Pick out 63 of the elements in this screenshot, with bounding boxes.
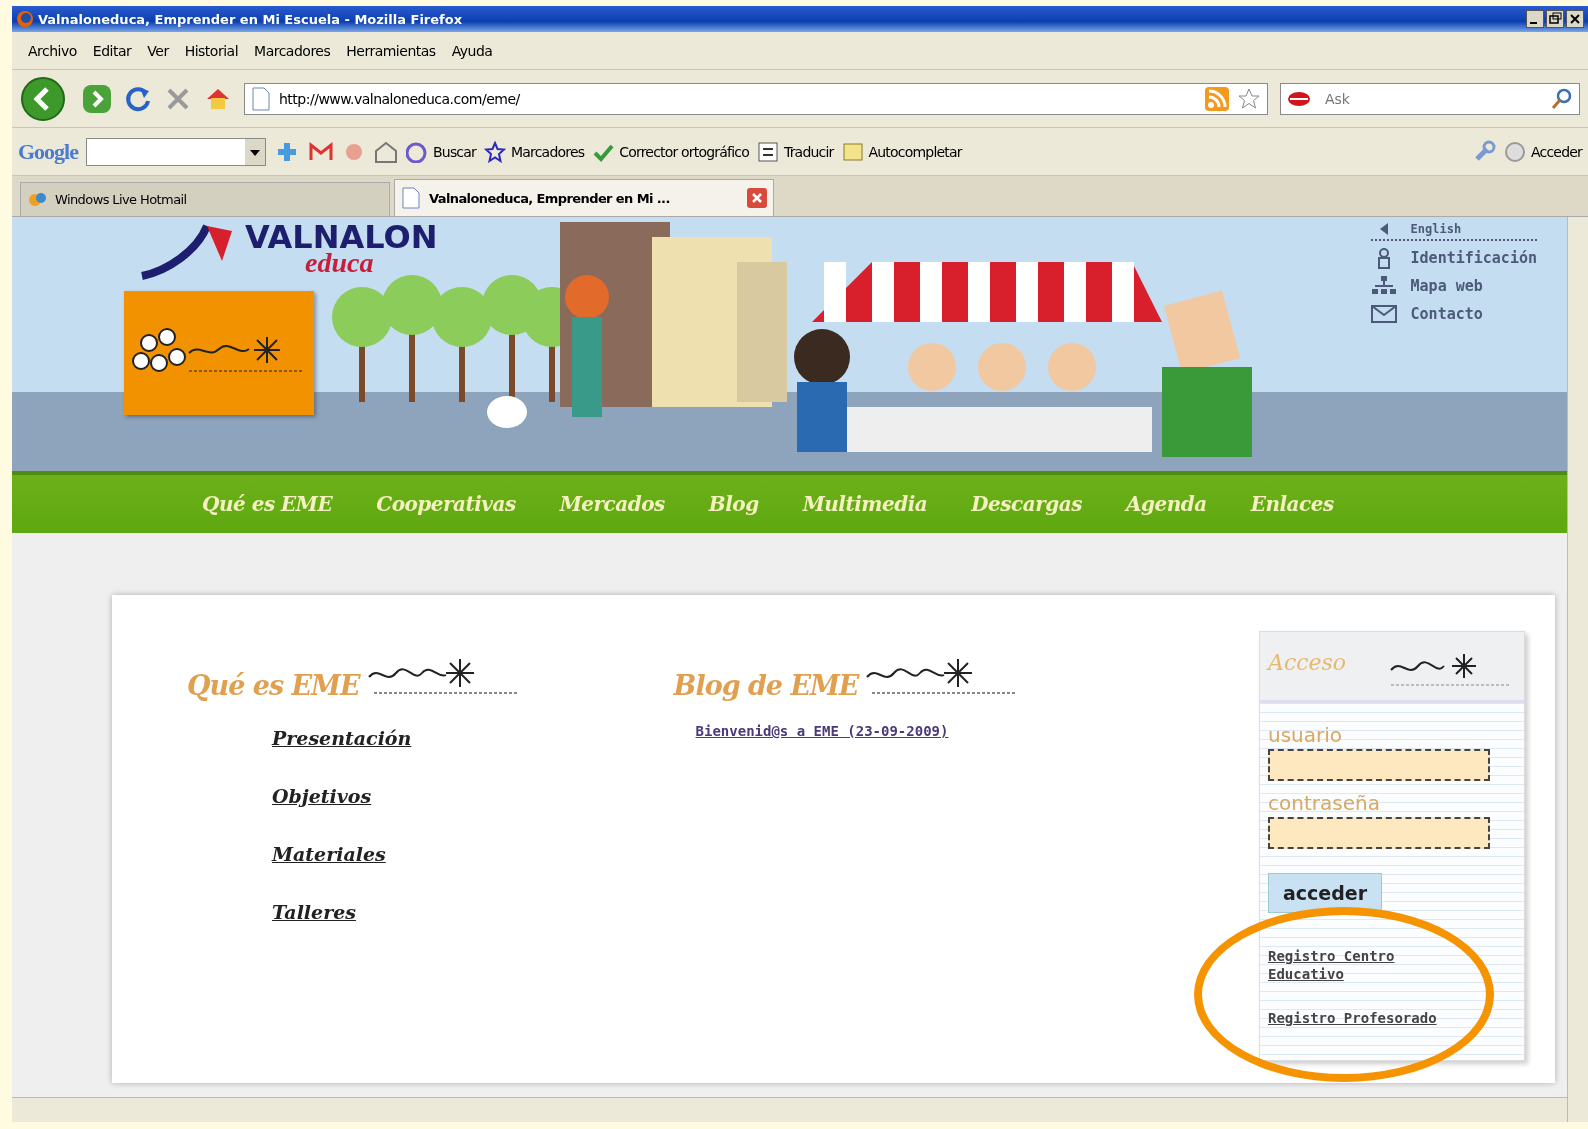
google-logo: Google: [18, 138, 78, 165]
menu-item[interactable]: Archivo: [22, 39, 83, 62]
close-tab-icon[interactable]: [747, 188, 767, 208]
page-icon: [401, 187, 421, 209]
forward-button-icon[interactable]: [82, 83, 112, 114]
menu-item[interactable]: Herramientas: [340, 39, 442, 62]
blog-post-link[interactable]: Bienvenid@s a EME (23-09-2009): [695, 723, 949, 739]
menu-item[interactable]: Historial: [178, 39, 245, 62]
bookmark-star-icon: [484, 140, 506, 163]
input-field[interactable]: [1268, 817, 1490, 849]
toolbar-button[interactable]: Traducir: [756, 140, 834, 163]
input-field[interactable]: [1268, 749, 1490, 781]
gmail-icon[interactable]: [308, 140, 334, 163]
field-label: contraseña: [1268, 791, 1380, 815]
rss-feed-icon[interactable]: [1205, 86, 1229, 111]
menu-item[interactable]: Ver: [141, 39, 175, 62]
toolbar-button[interactable]: Buscar: [406, 140, 476, 163]
login-title: Acceso: [1268, 650, 1347, 675]
firefox-logo-icon: [16, 10, 34, 28]
toolbar-button[interactable]: Corrector ortográfico: [592, 140, 749, 163]
browser-tab[interactable]: Windows Live Hotmail: [20, 182, 390, 216]
header-link[interactable]: Contacto: [1410, 305, 1483, 323]
page-icon: [251, 86, 271, 111]
menu-item[interactable]: Editar: [86, 39, 138, 62]
section-link[interactable]: Materiales: [272, 843, 386, 865]
menu-item[interactable]: Ayuda: [445, 39, 499, 62]
translate-icon: [756, 140, 779, 163]
circle-icon: [1504, 140, 1526, 163]
sitemap-icon: [1370, 275, 1397, 297]
house-icon[interactable]: [374, 140, 398, 163]
registration-link[interactable]: Registro Centro Educativo: [1268, 947, 1418, 984]
registration-link[interactable]: Registro Profesorado: [1268, 1009, 1437, 1028]
section-link[interactable]: Objetivos: [272, 785, 372, 807]
login-button[interactable]: acceder: [1268, 873, 1383, 913]
header-link[interactable]: English: [1410, 222, 1462, 236]
star-icon[interactable]: [1237, 86, 1261, 111]
field-label: usuario: [1268, 723, 1343, 747]
envelope-icon: [1370, 303, 1397, 325]
horizontal-scrollbar[interactable]: [12, 1097, 1567, 1122]
section-heading: Blog de EME: [673, 670, 859, 701]
minimize-icon[interactable]: [1526, 10, 1544, 28]
search-field[interactable]: Ask: [1323, 89, 1545, 108]
toolbar-button[interactable]: Acceder: [1504, 140, 1582, 163]
toolbar-button[interactable]: Autocompletar: [841, 140, 962, 163]
restore-icon[interactable]: [1546, 10, 1564, 28]
reload-icon[interactable]: [124, 84, 152, 113]
section-link[interactable]: Talleres: [272, 901, 356, 923]
window-title: Valnaloneduca, Emprender en Mi Escuela - Mozilla Firefox: [38, 11, 464, 27]
google-search-field[interactable]: [86, 137, 266, 166]
section-link[interactable]: Presentación: [272, 727, 412, 749]
search-icon[interactable]: [1551, 87, 1573, 110]
toolbar-button[interactable]: Marcadores: [484, 140, 585, 163]
vertical-scrollbar[interactable]: [1567, 217, 1588, 1122]
section-heading: Qué es EME: [187, 670, 360, 701]
browser-tab[interactable]: Valnaloneduca, Emprender en Mi ...: [394, 179, 774, 216]
search-bar[interactable]: Ask: [1280, 82, 1580, 115]
header-link[interactable]: Mapa web: [1410, 277, 1483, 295]
header-link[interactable]: Identificación: [1410, 249, 1537, 267]
dropdown-icon[interactable]: [245, 138, 265, 165]
close-icon[interactable]: [1566, 10, 1584, 28]
notepad-icon: [841, 140, 864, 163]
menu-item[interactable]: Marcadores: [248, 39, 337, 62]
address-bar[interactable]: http://www.valnaloneduca.com/eme/: [244, 82, 1268, 115]
